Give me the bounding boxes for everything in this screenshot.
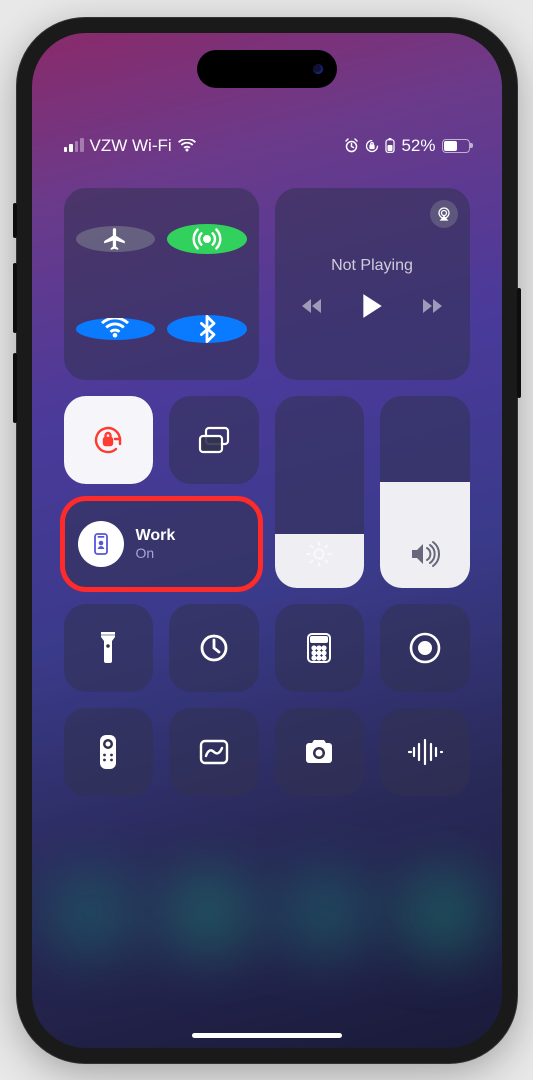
battery-saver-icon [385,138,395,153]
carrier-label: VZW Wi-Fi [90,136,172,156]
wallpaper-blobs [32,868,502,988]
volume-down-button [13,353,17,423]
airplay-button[interactable] [430,200,458,228]
orientation-lock-button[interactable] [64,396,154,484]
media-tile[interactable]: Not Playing [275,188,470,380]
brightness-slider[interactable] [275,396,365,588]
wifi-button[interactable] [76,318,156,340]
focus-text: Work On [136,527,176,561]
shazam-button[interactable] [380,708,470,796]
calculator-button[interactable] [275,604,365,692]
freeform-button[interactable] [169,708,259,796]
screen: VZW Wi-Fi 52% [32,33,502,1048]
phone-frame: VZW Wi-Fi 52% [17,18,517,1063]
volume-icon [380,540,470,568]
battery-percent: 52% [401,136,435,156]
volume-slider[interactable] [380,396,470,588]
wifi-icon [178,139,196,153]
mute-switch [13,203,17,238]
focus-badge-icon [78,521,124,567]
focus-tile[interactable]: Work On [64,500,259,588]
rewind-button[interactable] [301,297,325,315]
media-controls [301,293,443,319]
apple-tv-remote-button[interactable] [64,708,154,796]
flashlight-button[interactable] [64,604,154,692]
bluetooth-button[interactable] [167,315,247,343]
connectivity-tile[interactable] [64,188,259,380]
brightness-icon [275,540,365,568]
dynamic-island [197,50,337,88]
airplane-mode-button[interactable] [76,226,156,252]
status-right: 52% [344,133,469,159]
cellular-data-button[interactable] [167,224,247,254]
forward-button[interactable] [419,297,443,315]
home-indicator[interactable] [192,1033,342,1038]
volume-up-button [13,263,17,333]
camera-button[interactable] [275,708,365,796]
media-title: Not Playing [331,249,413,275]
screen-mirroring-button[interactable] [169,396,259,484]
cellular-signal-icon [64,139,84,152]
battery-icon [442,139,470,153]
play-button[interactable] [361,293,383,319]
screen-record-button[interactable] [380,604,470,692]
focus-state: On [136,545,176,561]
orientation-lock-icon [365,139,379,153]
front-camera-icon [313,64,323,74]
power-button [517,288,521,398]
alarm-icon [344,138,359,153]
status-left: VZW Wi-Fi [64,133,196,159]
control-center: Not Playing [64,188,470,796]
focus-name: Work [136,527,176,545]
timer-button[interactable] [169,604,259,692]
status-bar: VZW Wi-Fi 52% [32,133,502,159]
